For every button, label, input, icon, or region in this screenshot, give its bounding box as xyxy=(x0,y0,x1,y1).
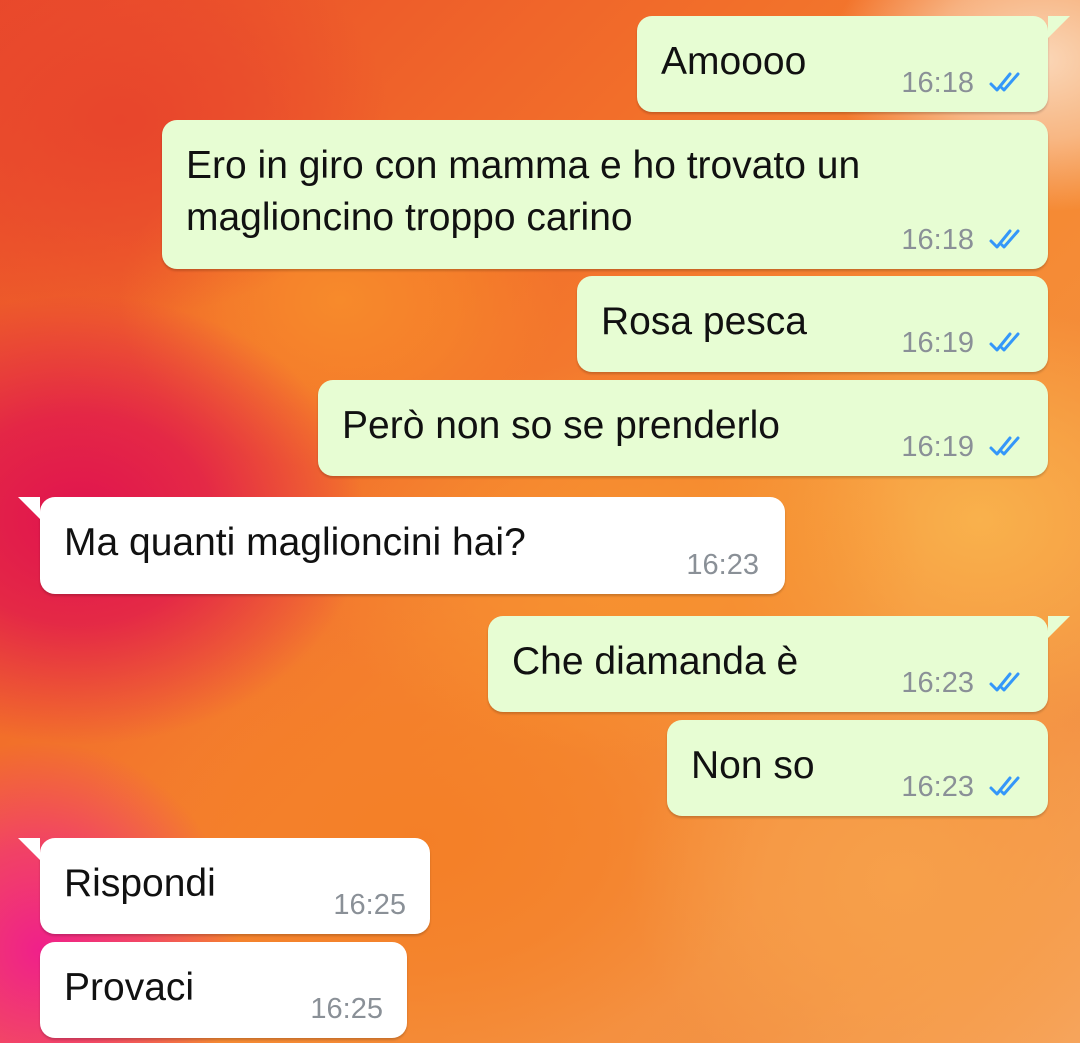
message-time: 16:19 xyxy=(901,327,974,359)
message-meta: 16:19 xyxy=(901,326,1026,360)
message-time: 16:23 xyxy=(686,549,759,581)
message-bubble-outgoing[interactable]: Non so 16:23 xyxy=(667,720,1048,816)
message-time: 16:23 xyxy=(901,771,974,803)
message-bubble-outgoing[interactable]: Ero in giro con mamma e ho trovato un ma… xyxy=(162,120,1048,269)
message-meta: 16:19 xyxy=(901,430,1026,464)
message-meta: 16:25 xyxy=(310,992,383,1026)
double-check-read-icon xyxy=(988,71,1026,95)
message-text: Ma quanti maglioncini hai? xyxy=(64,521,526,564)
message-time: 16:23 xyxy=(901,667,974,699)
message-bubble-outgoing[interactable]: Rosa pesca 16:19 xyxy=(577,276,1048,372)
double-check-read-icon xyxy=(988,671,1026,695)
message-meta: 16:25 xyxy=(333,888,406,922)
message-meta: 16:18 xyxy=(901,223,1026,257)
message-bubble-incoming[interactable]: Ma quanti maglioncini hai? 16:23 xyxy=(18,497,785,594)
message-meta: 16:23 xyxy=(686,548,759,582)
message-bubble-outgoing[interactable]: Amoooo 16:18 xyxy=(637,16,1070,112)
message-meta: 16:18 xyxy=(901,66,1026,100)
double-check-read-icon xyxy=(988,435,1026,459)
message-time: 16:18 xyxy=(901,224,974,256)
double-check-read-icon xyxy=(988,775,1026,799)
message-time: 16:19 xyxy=(901,431,974,463)
message-bubble-outgoing[interactable]: Però non so se prenderlo 16:19 xyxy=(318,380,1048,476)
message-bubble-incoming[interactable]: Rispondi 16:25 xyxy=(18,838,430,934)
message-meta: 16:23 xyxy=(901,770,1026,804)
message-bubble-outgoing[interactable]: Che diamanda è 16:23 xyxy=(488,616,1070,712)
message-text: Ero in giro con mamma e ho trovato un ma… xyxy=(186,144,872,239)
double-check-read-icon xyxy=(988,331,1026,355)
message-bubble-incoming[interactable]: Provaci 16:25 xyxy=(40,942,407,1038)
double-check-read-icon xyxy=(988,228,1026,252)
message-time: 16:25 xyxy=(333,889,406,921)
message-time: 16:18 xyxy=(901,67,974,99)
message-time: 16:25 xyxy=(310,993,383,1025)
message-meta: 16:23 xyxy=(901,666,1026,700)
